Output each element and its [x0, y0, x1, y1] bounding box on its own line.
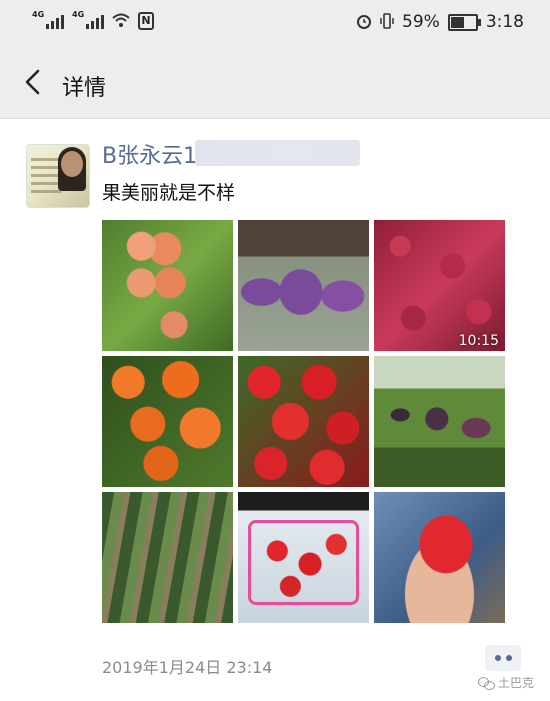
post-timestamp: 2019年1月24日 23:14: [102, 658, 273, 677]
wechat-icon: [477, 676, 495, 690]
photo-grid: 10:15: [102, 220, 506, 623]
photo-strawberry-field[interactable]: [102, 492, 233, 623]
photo-buckets[interactable]: [238, 220, 369, 351]
photo-overlay-time: 10:15: [458, 333, 499, 349]
photo-strawberry-basket[interactable]: [238, 492, 369, 623]
navigation-bar: 详情: [0, 46, 550, 119]
page-title: 详情: [62, 76, 107, 101]
clock: 3:18: [485, 12, 524, 32]
photo-red-fruit[interactable]: 10:15: [374, 220, 505, 351]
username-link[interactable]: B张永云1: [102, 138, 197, 170]
photo-grapes[interactable]: [374, 356, 505, 487]
alarm-icon: [356, 13, 372, 32]
wifi-icon: [112, 13, 130, 30]
avatar-pattern: [31, 153, 61, 198]
watermark-text: 土巴克: [497, 676, 534, 690]
signal-label: 4G: [72, 10, 85, 19]
watermark: 土巴克: [477, 674, 534, 691]
battery-icon: [447, 13, 481, 31]
status-right: 59% 3:18: [356, 12, 524, 32]
nfc-icon: N: [138, 12, 154, 30]
signal-icon: 4G: [32, 10, 64, 29]
avatar[interactable]: [26, 144, 90, 208]
chevron-left-icon[interactable]: [22, 68, 44, 96]
photo-strawberries[interactable]: [238, 356, 369, 487]
photo-oranges[interactable]: [102, 356, 233, 487]
vibrate-icon: [380, 12, 394, 32]
photo-big-strawberry[interactable]: [374, 492, 505, 623]
more-options-button[interactable]: [485, 645, 521, 671]
post-text: 果美丽就是不样: [102, 182, 236, 204]
status-left: 4G 4G N: [32, 10, 154, 30]
dot-icon: [494, 655, 501, 661]
battery-percent: 59%: [402, 12, 440, 32]
photo-peaches[interactable]: [102, 220, 233, 351]
avatar-face: [61, 151, 83, 177]
name-blur-overlay: [195, 140, 360, 166]
status-bar: 4G 4G N 59% 3:18: [0, 0, 550, 46]
basket: [248, 520, 359, 605]
signal-icon: 4G: [72, 10, 104, 29]
signal-label: 4G: [32, 10, 45, 19]
dot-icon: [505, 655, 512, 661]
